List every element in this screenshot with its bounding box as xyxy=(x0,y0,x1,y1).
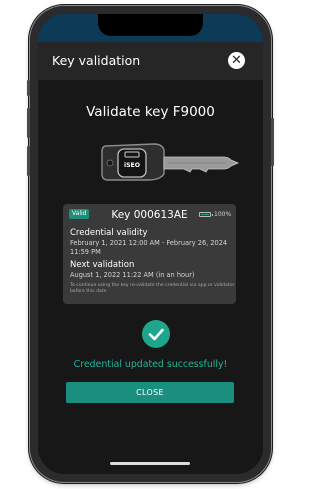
credential-validity-title: Credential validity xyxy=(70,228,148,238)
page-title: Key validation xyxy=(52,53,141,68)
volume-up-button xyxy=(27,108,30,138)
main-content: Validate key F9000 iSEO Valid Key 000613… xyxy=(38,80,263,474)
volume-down-button xyxy=(27,146,30,176)
revalidate-note: To continue using the key re-validate th… xyxy=(70,283,235,294)
home-indicator[interactable] xyxy=(110,462,190,465)
notch xyxy=(98,14,203,36)
key-icon: iSEO xyxy=(101,143,240,181)
success-check-icon xyxy=(142,320,170,348)
silent-switch xyxy=(27,80,30,96)
battery-icon xyxy=(199,212,213,217)
status-bar xyxy=(38,14,263,42)
credential-card: Valid Key 000613AE 100% Credential valid… xyxy=(63,204,236,304)
key-logo-text: iSEO xyxy=(124,162,140,169)
next-validation-value: August 1, 2022 11:22 AM (in an hour) xyxy=(70,271,195,279)
success-message: Credential updated successfully! xyxy=(73,359,228,370)
power-button xyxy=(271,118,274,166)
phone-frame: Key validation ✕ Validate key F9000 iSEO… xyxy=(27,6,274,482)
next-validation-title: Next validation xyxy=(70,260,135,270)
credential-validity-range: February 1, 2021 12:00 AM - February 26,… xyxy=(70,239,228,256)
app-header: Key validation ✕ xyxy=(38,42,263,80)
screen: Key validation ✕ Validate key F9000 iSEO… xyxy=(38,14,263,474)
validate-key-title: Validate key F9000 xyxy=(86,104,215,120)
close-button[interactable]: CLOSE xyxy=(66,382,234,403)
close-icon[interactable]: ✕ xyxy=(228,52,245,69)
battery-percentage: 100% xyxy=(214,211,232,218)
